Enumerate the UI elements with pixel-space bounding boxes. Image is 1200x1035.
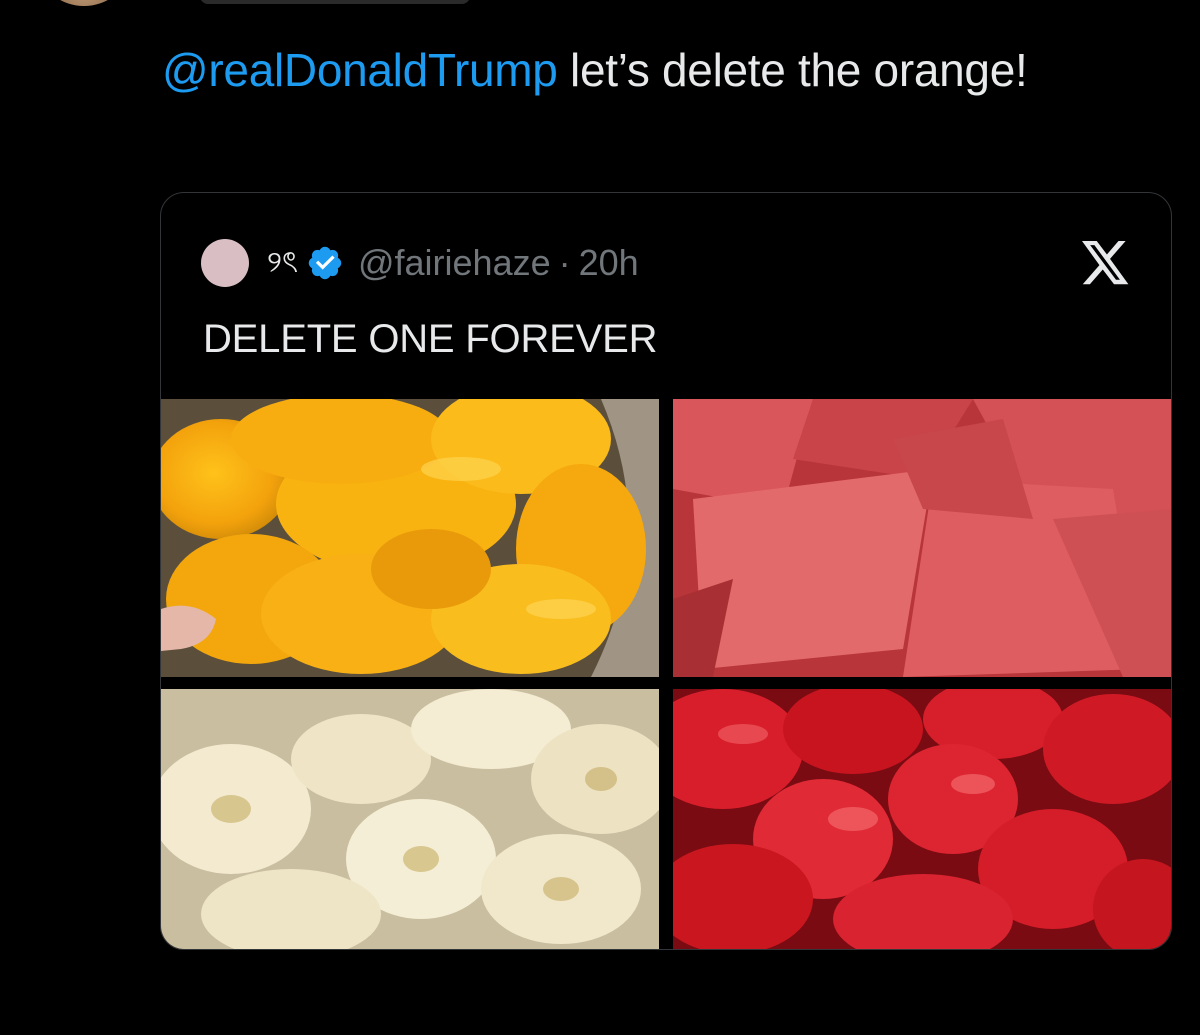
- quoted-tweet-text: DELETE ONE FOREVER: [203, 317, 658, 361]
- strawberries-photo[interactable]: [673, 689, 1171, 949]
- parent-header-fragment: [200, 0, 470, 4]
- verified-badge-icon: [308, 246, 342, 280]
- reply-body: let’s delete the orange!: [557, 44, 1028, 96]
- quoted-display-name[interactable]: ୨ৎ: [267, 238, 298, 289]
- media-grid: [161, 399, 1171, 949]
- banana-slices-photo[interactable]: [161, 689, 659, 949]
- quoted-timestamp[interactable]: 20h: [579, 242, 639, 284]
- quoted-tweet-header: ୨ৎ @fairiehaze · 20h: [201, 239, 639, 287]
- mention-link[interactable]: @realDonaldTrump: [162, 44, 558, 96]
- mango-slices-photo[interactable]: [161, 399, 659, 677]
- x-logo-icon: [1082, 241, 1129, 285]
- quoted-avatar[interactable]: [201, 239, 249, 287]
- parent-avatar[interactable]: [42, 0, 126, 6]
- quoted-tweet-card[interactable]: ୨ৎ @fairiehaze · 20h DELETE ONE FOREVER: [160, 192, 1172, 950]
- quoted-handle[interactable]: @fairiehaze: [358, 242, 551, 284]
- separator-dot: ·: [558, 242, 571, 283]
- reply-text: @realDonaldTrump let’s delete the orange…: [162, 40, 1122, 100]
- watermelon-chunks-photo[interactable]: [673, 399, 1171, 677]
